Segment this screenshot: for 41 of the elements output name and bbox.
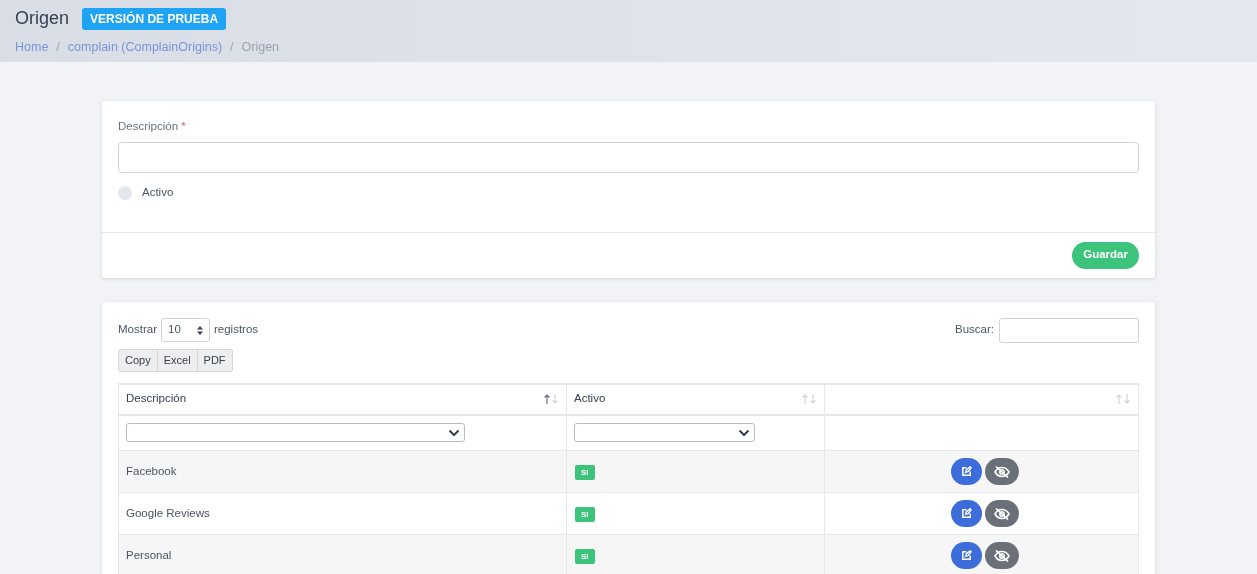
search-input[interactable] (999, 317, 1139, 343)
description-input[interactable] (118, 142, 1139, 174)
active-checkbox[interactable] (118, 185, 132, 200)
eye-off-icon (993, 465, 1010, 478)
column-header[interactable]: Activo (574, 390, 606, 408)
search-label: Buscar: (955, 322, 994, 338)
export-button[interactable]: Excel (157, 348, 198, 372)
column-header[interactable]: Descripción (126, 390, 187, 408)
eye-off-icon (993, 549, 1010, 562)
hide-button[interactable] (984, 500, 1019, 527)
edit-icon (960, 550, 972, 561)
hide-button[interactable] (984, 458, 1019, 485)
field-label: Descripción * (118, 119, 187, 134)
table-cell: Facebook (126, 464, 177, 477)
edit-icon (960, 466, 972, 477)
edit-button[interactable] (950, 458, 982, 485)
show-label: Mostrar (118, 322, 157, 338)
table-cell: Personal (126, 548, 172, 561)
updown-icon (197, 325, 203, 335)
page-title: Origen (15, 7, 70, 30)
breadcrumb-separator: / (230, 39, 234, 56)
export-button[interactable]: Copy (118, 348, 158, 372)
trial-badge: VERSIÓN DE PRUEBA (82, 7, 227, 30)
eye-off-icon (993, 507, 1010, 520)
records-label: registros (214, 322, 259, 338)
status-badge: SI (575, 506, 595, 522)
edit-button[interactable] (950, 500, 982, 527)
chevron-down-icon (448, 428, 460, 437)
edit-button[interactable] (950, 542, 982, 569)
table-cell: Google Reviews (126, 506, 210, 519)
export-button[interactable]: PDF (197, 348, 233, 372)
checkbox-label: Activo (142, 185, 174, 201)
edit-icon (960, 508, 972, 519)
hide-button[interactable] (984, 542, 1019, 569)
breadcrumb-separator: / (56, 39, 60, 56)
status-badge: SI (575, 464, 595, 480)
chevron-down-icon (738, 428, 750, 437)
breadcrumb-current: Origen (241, 39, 280, 56)
status-badge: SI (575, 548, 595, 564)
page-size-select[interactable]: 10 (161, 318, 210, 342)
sort-icon[interactable] (543, 393, 559, 405)
